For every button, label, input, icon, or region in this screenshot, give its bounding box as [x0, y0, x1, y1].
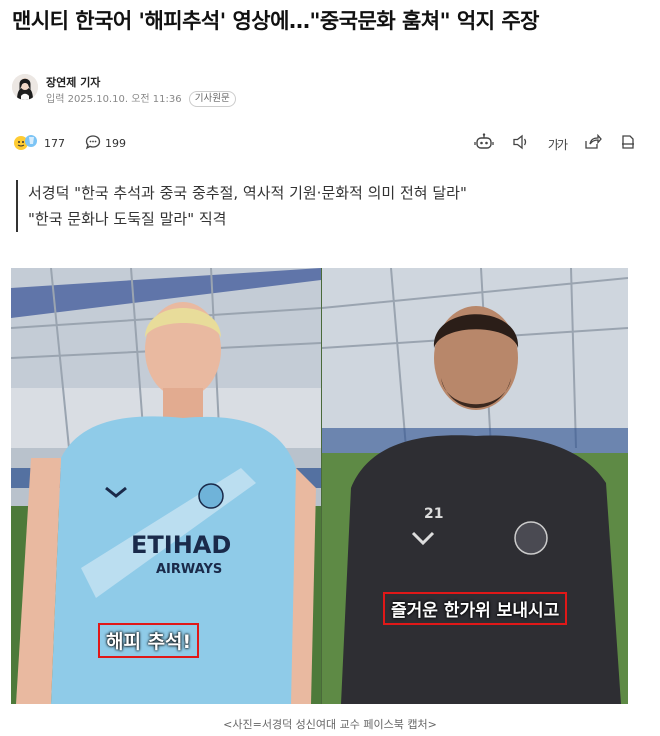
summary-line: "한국 문화나 도둑질 말라" 직격 [28, 210, 227, 228]
article-headline: 맨시티 한국어 '해피추석' 영상에…"중국문화 훔쳐" 억지 주장 [12, 9, 539, 33]
article-summary: 서경덕 "한국 추석과 중국 중추절, 역사적 기원·문화적 의미 전혀 달라"… [16, 180, 467, 232]
article-photo[interactable]: ETIHAD AIRWAYS 21 해피 추석! 즐거운 한가위 보내시고 [11, 268, 628, 704]
font-size-icon[interactable]: 가가 [548, 136, 568, 153]
emoji-reaction-icon[interactable] [12, 133, 40, 154]
byline: 장연제 기자 입력 2025.10.10. 오전 11:36 기사원문 [12, 74, 412, 107]
shirt-sponsor-sub: AIRWAYS [156, 562, 222, 577]
article-toolbar: 177 199 가가 [12, 133, 636, 153]
original-article-button[interactable]: 기사원문 [188, 91, 236, 107]
shirt-sponsor: ETIHAD [131, 531, 231, 559]
photo-caption: <사진=서경덕 성신여대 교수 페이스북 캡처> [223, 718, 437, 731]
reaction-count: 177 [44, 137, 65, 150]
robot-audio-icon[interactable] [474, 133, 494, 155]
comment-bubble-icon[interactable] [85, 134, 101, 153]
share-icon[interactable] [584, 133, 602, 154]
player-number: 21 [424, 506, 443, 522]
reporter-avatar[interactable] [12, 74, 38, 100]
publish-date-text: 입력 2025.10.10. 오전 11:36 [46, 94, 182, 105]
reporter-name[interactable]: 장연제 기자 [46, 74, 100, 90]
summary-line: 서경덕 "한국 추석과 중국 중추절, 역사적 기원·문화적 의미 전혀 달라" [28, 184, 467, 202]
print-icon[interactable] [620, 134, 636, 154]
right-subtitle: 즐거운 한가위 보내시고 [383, 592, 568, 625]
speaker-icon[interactable] [512, 134, 530, 154]
publish-date: 입력 2025.10.10. 오전 11:36 기사원문 [46, 90, 236, 107]
comment-count: 199 [105, 137, 126, 150]
left-subtitle: 해피 추석! [98, 623, 200, 658]
